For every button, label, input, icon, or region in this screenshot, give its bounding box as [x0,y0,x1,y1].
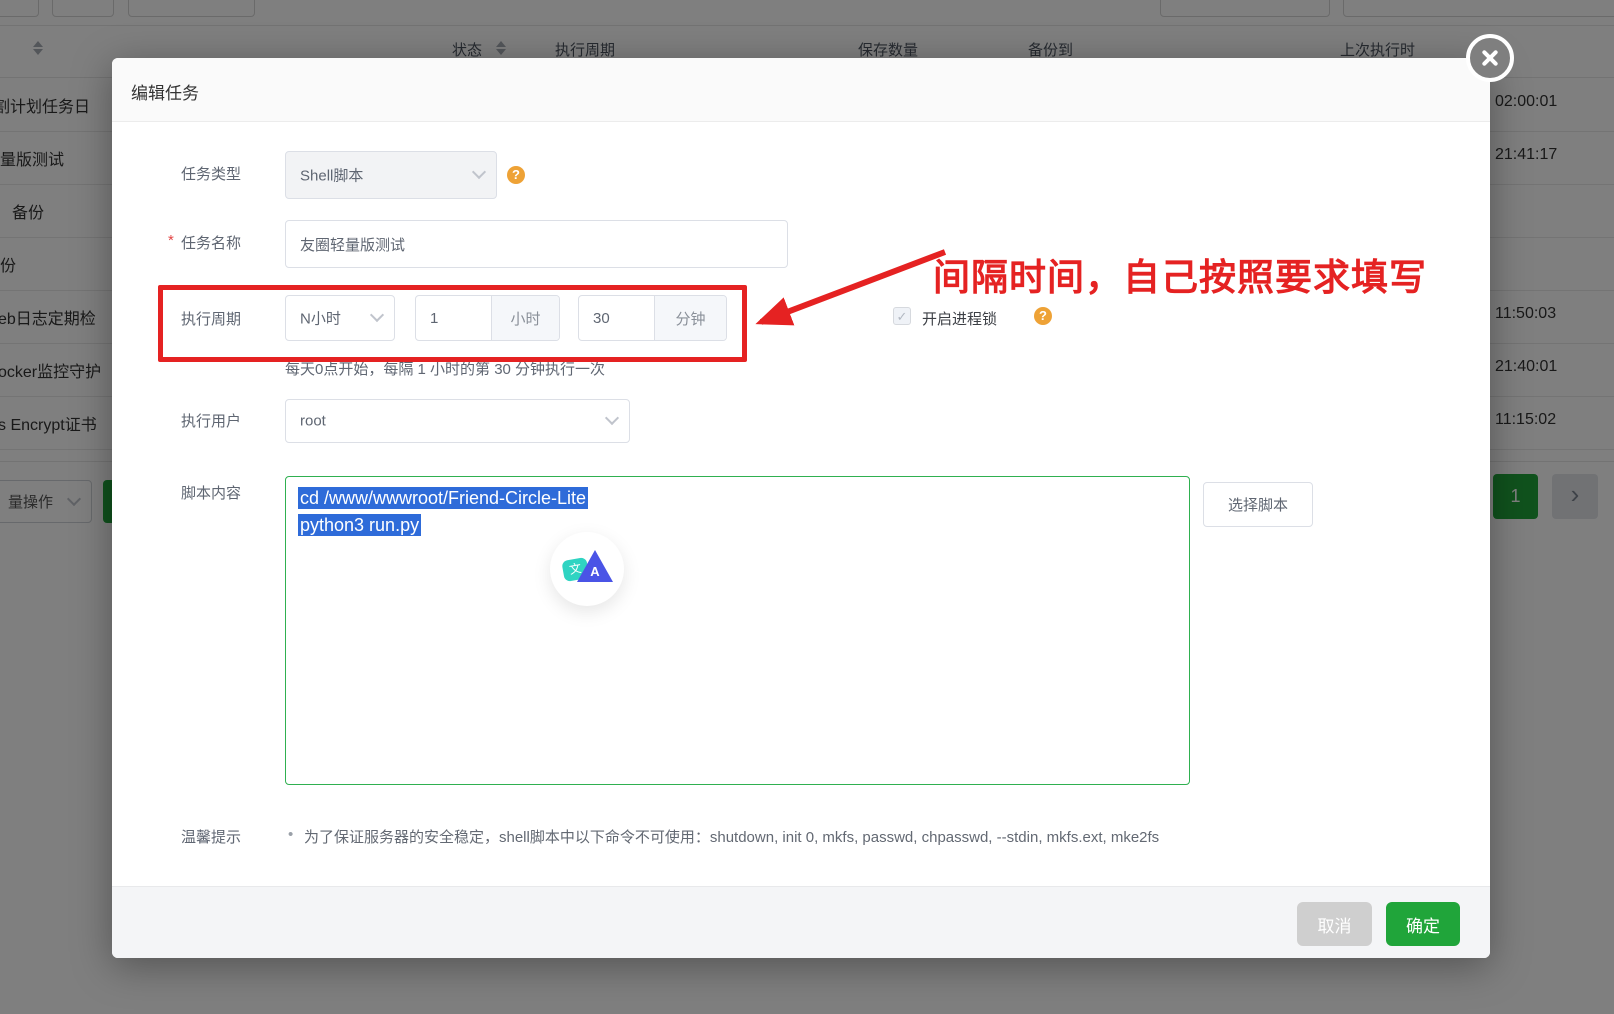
process-lock-checkbox[interactable]: ✓ [893,307,911,325]
cancel-button[interactable]: 取消 [1297,902,1372,946]
dialog-footer [112,886,1490,958]
script-line-selected: python3 run.py [298,512,421,538]
dialog-title: 编辑任务 [131,79,199,104]
task-type-value: Shell脚本 [300,165,363,186]
script-line-selected: cd /www/wwwroot/Friend-Circle-Lite [298,485,588,511]
script-label: 脚本内容 [181,482,241,503]
cycle-label: 执行周期 [181,308,241,329]
run-user-label: 执行用户 [181,410,241,431]
chevron-down-icon [474,167,484,177]
run-user-select[interactable]: root [285,399,630,443]
script-editor[interactable]: cd /www/wwwroot/Friend-Circle-Lite pytho… [285,476,1190,785]
cycle-hour-group: 小时 [415,295,560,341]
task-type-select[interactable]: Shell脚本 [285,151,497,199]
process-lock-label: 开启进程锁 [922,308,997,329]
tips-label: 温馨提示 [181,826,241,847]
dialog-header: 编辑任务 [112,58,1490,122]
minute-unit-addon: 分钟 [654,296,726,340]
translate-plugin-icon[interactable]: 文 A [550,532,624,606]
cycle-minute-group: 分钟 [578,295,727,341]
task-name-label: 任务名称 [181,232,241,253]
cycle-minute-input[interactable] [579,296,654,340]
help-icon[interactable]: ? [1034,307,1052,325]
chevron-down-icon [372,310,382,320]
cycle-hour-input[interactable] [416,296,491,340]
bullet-icon: • [288,826,293,843]
cycle-type-value: N小时 [300,308,341,329]
select-script-button[interactable]: 选择脚本 [1203,482,1313,527]
help-icon[interactable]: ? [507,166,525,184]
edit-task-dialog: 编辑任务 任务类型 Shell脚本 ? * 任务名称 执行周期 N小时 小时 分… [112,58,1490,958]
tips-text: 为了保证服务器的安全稳定，shell脚本中以下命令不可使用：shutdown, … [304,826,1159,847]
chevron-down-icon [607,413,617,423]
task-type-label: 任务类型 [181,163,241,184]
confirm-button[interactable]: 确定 [1386,902,1460,946]
screen: 状态 执行周期 保存数量 备份到 上次执行时 割计划任务日 02:00:01 量… [0,0,1614,1014]
required-mark: * [168,232,174,249]
cycle-type-select[interactable]: N小时 [285,295,395,341]
close-icon[interactable] [1466,34,1514,82]
task-name-input[interactable] [285,220,788,268]
cycle-hint: 每天0点开始，每隔 1 小时的第 30 分钟执行一次 [285,358,605,379]
hour-unit-addon: 小时 [491,296,559,340]
run-user-value: root [300,413,326,430]
